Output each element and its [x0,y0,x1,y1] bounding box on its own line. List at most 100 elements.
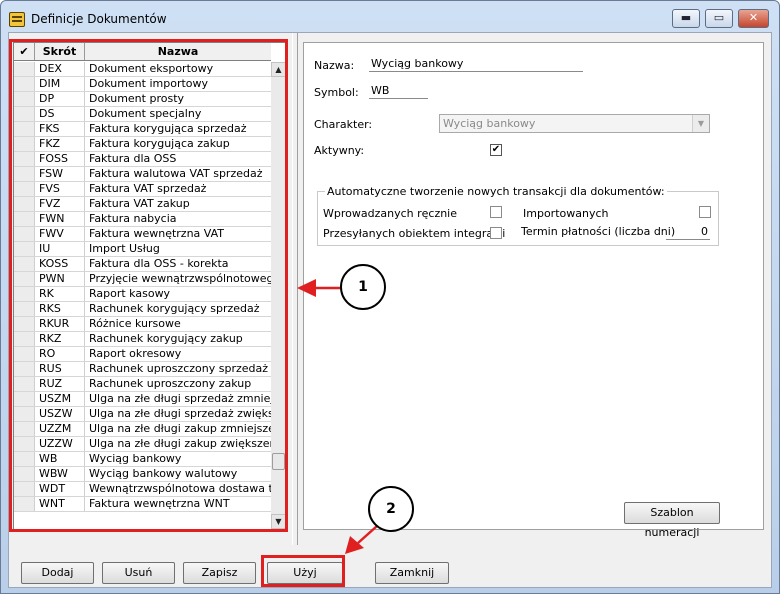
nazwa-cell: Import Usług [89,242,160,255]
title-bar[interactable]: Definicje Dokumentów ▬ ▭ ✕ [1,1,779,35]
table-row[interactable]: WB Wyciąg bankowy [14,452,271,467]
table-row[interactable]: FOSS Faktura dla OSS [14,152,271,167]
table-row[interactable]: DS Dokument specjalny [14,107,271,122]
row-check-cell[interactable] [14,272,35,286]
table-row[interactable]: DEX Dokument eksportowy [14,62,271,77]
table-row[interactable]: RUS Rachunek uproszczony sprzedaż [14,362,271,377]
table-row[interactable]: RUZ Rachunek uproszczony zakup [14,377,271,392]
row-check-cell[interactable] [14,137,35,151]
row-check-cell[interactable] [14,377,35,391]
skrot-cell: UZZM [35,422,85,436]
row-check-cell[interactable] [14,197,35,211]
table-row[interactable]: RKUR Różnice kursowe [14,317,271,332]
check-column-header[interactable]: ✔ [14,43,35,60]
table-row[interactable]: DP Dokument prosty [14,92,271,107]
table-row[interactable]: UZZM Ulga na złe długi zakup zmniejszenie [14,422,271,437]
table-row[interactable]: KOSS Faktura dla OSS - korekta [14,257,271,272]
usun-button[interactable]: Usuń [102,562,175,584]
nazwa-cell: Faktura VAT zakup [89,197,190,210]
row-check-cell[interactable] [14,302,35,316]
nazwa-column-header[interactable]: Nazwa [85,43,271,60]
skrot-cell: USZM [35,392,85,406]
nazwa-cell: Rachunek uproszczony sprzedaż [89,362,269,375]
table-row[interactable]: WNT Faktura wewnętrzna WNT [14,497,271,512]
table-row[interactable]: FWN Faktura nabycia [14,212,271,227]
row-check-cell[interactable] [14,362,35,376]
charakter-select[interactable]: Wyciąg bankowy ▼ [439,114,710,133]
row-check-cell[interactable] [14,347,35,361]
skrot-cell: WDT [35,482,85,496]
dodaj-button[interactable]: Dodaj [21,562,94,584]
row-check-cell[interactable] [14,122,35,136]
table-row[interactable]: USZW Ulga na złe długi sprzedaż zwiększe [14,407,271,422]
aktywny-label: Aktywny: [314,144,365,157]
importowanych-checkbox[interactable] [699,206,711,218]
chevron-down-icon[interactable]: ▼ [692,115,709,132]
row-check-cell[interactable] [14,437,35,451]
row-check-cell[interactable] [14,107,35,121]
row-check-cell[interactable] [14,287,35,301]
table-row[interactable]: FVZ Faktura VAT zakup [14,197,271,212]
table-row[interactable]: FKZ Faktura korygująca zakup [14,137,271,152]
row-check-cell[interactable] [14,242,35,256]
row-check-cell[interactable] [14,482,35,496]
row-check-cell[interactable] [14,452,35,466]
row-check-cell[interactable] [14,92,35,106]
scroll-thumb[interactable] [272,453,285,470]
table-row[interactable]: RK Raport kasowy [14,287,271,302]
zapisz-button[interactable]: Zapisz [183,562,256,584]
przesylanych-checkbox[interactable] [490,227,502,239]
grid-scrollbar[interactable]: ▲ ▼ [271,62,286,529]
scroll-down-icon[interactable]: ▼ [271,514,286,529]
skrot-column-header[interactable]: Skrót [35,43,85,60]
table-row[interactable]: RKZ Rachunek korygujący zakup [14,332,271,347]
table-row[interactable]: IU Import Usług [14,242,271,257]
zamknij-button[interactable]: Zamknij [375,562,449,584]
importowanych-label: Importowanych [523,207,609,220]
nazwa-field[interactable]: Wyciąg bankowy [369,57,583,72]
table-row[interactable]: UZZW Ulga na złe długi zakup zwiększenie [14,437,271,452]
symbol-label: Symbol: [314,86,359,99]
row-check-cell[interactable] [14,257,35,271]
symbol-field[interactable]: WB [369,84,428,99]
table-row[interactable]: WBW Wyciąg bankowy walutowy [14,467,271,482]
window-title: Definicje Dokumentów [31,12,167,26]
table-row[interactable]: FWV Faktura wewnętrzna VAT [14,227,271,242]
nazwa-cell: Faktura wewnętrzna WNT [89,497,230,510]
close-button[interactable]: ✕ [738,9,769,28]
row-check-cell[interactable] [14,392,35,406]
row-check-cell[interactable] [14,167,35,181]
table-row[interactable]: RO Raport okresowy [14,347,271,362]
row-check-cell[interactable] [14,182,35,196]
termin-field[interactable]: 0 [666,225,710,240]
row-check-cell[interactable] [14,332,35,346]
table-row[interactable]: PWN Przyjęcie wewnątrzwspólnotowego n [14,272,271,287]
row-check-cell[interactable] [14,62,35,76]
minimize-button[interactable]: ▬ [672,9,700,28]
nazwa-cell: Faktura dla OSS - korekta [89,257,229,270]
szablon-numeracji-button[interactable]: Szablon numeracji [624,502,720,539]
table-row[interactable]: WDT Wewnątrzwspólnotowa dostawa tow [14,482,271,497]
row-check-cell[interactable] [14,422,35,436]
row-check-cell[interactable] [14,407,35,421]
table-row[interactable]: FKS Faktura korygująca sprzedaż [14,122,271,137]
table-row[interactable]: FVS Faktura VAT sprzedaż [14,182,271,197]
maximize-button[interactable]: ▭ [705,9,733,28]
skrot-cell: FWV [35,227,85,241]
row-check-cell[interactable] [14,317,35,331]
uzyj-button[interactable]: Użyj [267,562,343,584]
table-row[interactable]: FSW Faktura walutowa VAT sprzedaż [14,167,271,182]
table-row[interactable]: RKS Rachunek korygujący sprzedaż [14,302,271,317]
aktywny-checkbox[interactable]: ✔ [490,144,502,156]
table-row[interactable]: DIM Dokument importowy [14,77,271,92]
row-check-cell[interactable] [14,497,35,511]
row-check-cell[interactable] [14,212,35,226]
wprowadzanych-checkbox[interactable] [490,206,502,218]
row-check-cell[interactable] [14,227,35,241]
pane-splitter[interactable] [292,33,298,545]
table-row[interactable]: USZM Ulga na złe długi sprzedaż zmniejsze [14,392,271,407]
scroll-up-icon[interactable]: ▲ [271,62,286,77]
row-check-cell[interactable] [14,152,35,166]
row-check-cell[interactable] [14,467,35,481]
row-check-cell[interactable] [14,77,35,91]
